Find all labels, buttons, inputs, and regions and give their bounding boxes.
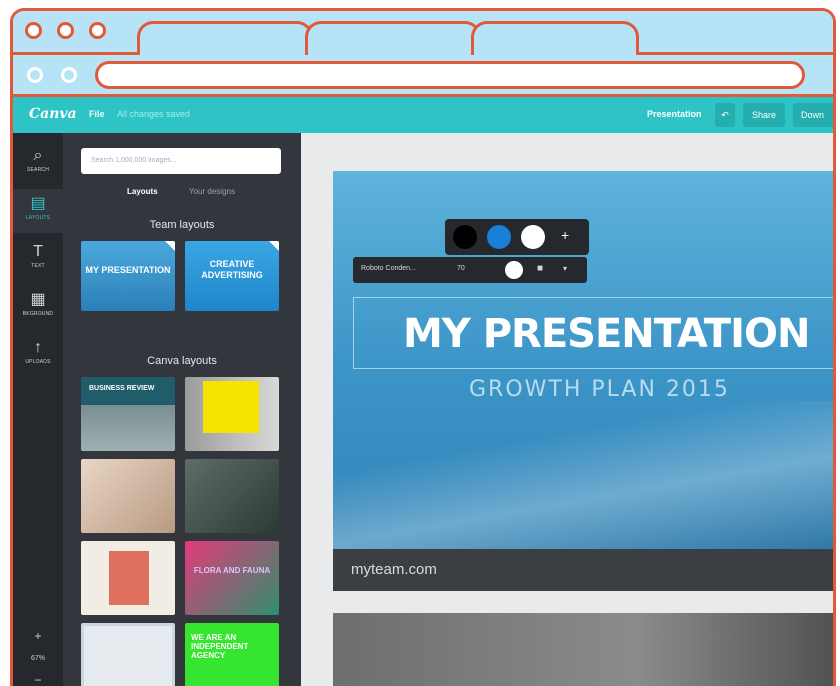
thumb-title: CREATIVE ADVERTISING bbox=[201, 259, 263, 280]
zoom-level: 67% bbox=[30, 655, 45, 662]
canva-layout-thumb[interactable] bbox=[81, 623, 175, 686]
browser-titlebar bbox=[13, 11, 833, 61]
back-icon[interactable] bbox=[27, 67, 43, 83]
chevron-down-icon[interactable]: ▾ bbox=[563, 264, 567, 273]
color-swatch-black[interactable] bbox=[453, 225, 477, 249]
font-size-dropdown[interactable]: 70 bbox=[457, 265, 465, 272]
slide-2[interactable] bbox=[333, 613, 833, 686]
color-swatch-white[interactable] bbox=[521, 225, 545, 249]
page-corner-icon bbox=[269, 241, 279, 251]
upload-icon: ↑ bbox=[34, 339, 42, 356]
layouts-icon: ▤ bbox=[30, 195, 46, 212]
color-swatch-blue[interactable] bbox=[487, 225, 511, 249]
text-toolbar: Roboto Conden... 70 ■ ▾ bbox=[353, 257, 587, 283]
text-color-button[interactable] bbox=[505, 261, 523, 279]
presentation-name[interactable]: Presentation bbox=[647, 109, 702, 119]
airplane-wing-image bbox=[333, 401, 833, 551]
close-window-icon[interactable] bbox=[25, 22, 42, 39]
rail-item-layouts[interactable]: ▤ LAYOUTS bbox=[13, 189, 63, 233]
image-search-input[interactable]: Search 1,000,000 images... bbox=[81, 148, 281, 174]
canva-logo: Canva bbox=[29, 106, 77, 122]
yellow-badge bbox=[203, 381, 259, 433]
canva-layout-thumb[interactable]: BUSINESS REVIEW bbox=[81, 377, 175, 451]
slide-1[interactable]: MY PRESENTATION GROWTH PLAN 2015 + Robot… bbox=[333, 171, 833, 591]
tab-layouts[interactable]: Layouts bbox=[127, 187, 158, 196]
thumb-title: WE ARE AN INDEPENDENT AGENCY bbox=[191, 633, 249, 660]
background-icon: ▦ bbox=[30, 291, 46, 308]
trash-icon[interactable]: ■ bbox=[537, 263, 543, 274]
thumb-title: FLORA AND FAUNA bbox=[193, 566, 271, 575]
rail-item-label: TEXT bbox=[31, 263, 45, 269]
file-menu[interactable]: File bbox=[89, 109, 105, 119]
canva-layouts-heading: Canva layouts bbox=[147, 355, 217, 367]
slide-title[interactable]: MY PRESENTATION bbox=[403, 311, 810, 357]
canva-layout-thumb[interactable]: WE ARE AN INDEPENDENT AGENCY bbox=[185, 623, 279, 686]
save-status: All changes saved bbox=[117, 109, 191, 119]
canva-layout-thumb[interactable] bbox=[185, 459, 279, 533]
undo-button[interactable]: ↶ bbox=[715, 103, 735, 127]
forward-icon[interactable] bbox=[61, 67, 77, 83]
team-layout-thumb[interactable]: MY PRESENTATION bbox=[81, 241, 175, 311]
tab-your-designs[interactable]: Your designs bbox=[189, 187, 235, 196]
footer-url[interactable]: myteam.com bbox=[351, 561, 437, 578]
page-corner-icon bbox=[165, 241, 175, 251]
color-picker: + bbox=[445, 219, 589, 255]
side-rail: ⌕ SEARCH ▤ LAYOUTS T TEXT ▦ BKGROUND ↑ U… bbox=[13, 133, 63, 686]
team-layout-thumb[interactable]: CREATIVE ADVERTISING bbox=[185, 241, 279, 311]
canva-layout-thumb[interactable] bbox=[81, 541, 175, 615]
search-icon: ⌕ bbox=[33, 147, 43, 164]
rail-item-text[interactable]: T TEXT bbox=[13, 237, 63, 281]
canva-layout-thumb[interactable]: FLORA AND FAUNA bbox=[185, 541, 279, 615]
team-layouts-heading: Team layouts bbox=[149, 219, 215, 231]
design-canvas: MY PRESENTATION GROWTH PLAN 2015 + Robot… bbox=[301, 133, 833, 686]
thumb-title: MY PRESENTATION bbox=[85, 265, 171, 275]
rail-item-label: SEARCH bbox=[26, 167, 50, 173]
rail-item-uploads[interactable]: ↑ UPLOADS bbox=[13, 333, 63, 377]
layouts-panel: Search 1,000,000 images... Layouts Your … bbox=[63, 133, 301, 686]
undo-icon: ↶ bbox=[721, 110, 729, 120]
url-input[interactable] bbox=[95, 61, 805, 89]
red-graphic bbox=[109, 551, 149, 605]
add-color-button[interactable]: + bbox=[561, 227, 569, 243]
maximize-window-icon[interactable] bbox=[89, 22, 106, 39]
text-icon: T bbox=[33, 243, 43, 260]
zoom-in-button[interactable]: + bbox=[13, 629, 63, 643]
rail-item-search[interactable]: ⌕ SEARCH bbox=[13, 141, 63, 185]
slide-footer: myteam.com bbox=[333, 549, 833, 591]
app-header: Canva File All changes saved Presentatio… bbox=[13, 97, 833, 133]
browser-window: Canva File All changes saved Presentatio… bbox=[10, 8, 836, 686]
rail-item-label: LAYOUTS bbox=[25, 215, 51, 221]
rail-item-background[interactable]: ▦ BKGROUND bbox=[13, 285, 63, 329]
zoom-out-button[interactable]: − bbox=[13, 673, 63, 686]
share-button[interactable]: Share bbox=[743, 103, 785, 127]
font-dropdown[interactable]: Roboto Conden... bbox=[361, 265, 416, 272]
rail-item-label: UPLOADS bbox=[25, 359, 51, 365]
canva-layout-thumb[interactable] bbox=[185, 377, 279, 451]
browser-address-bar bbox=[13, 55, 833, 97]
rail-item-label: BKGROUND bbox=[22, 311, 54, 317]
slide-subtitle[interactable]: GROWTH PLAN 2015 bbox=[469, 377, 730, 402]
thumb-title: BUSINESS REVIEW bbox=[89, 385, 155, 392]
minimize-window-icon[interactable] bbox=[57, 22, 74, 39]
canva-layout-thumb[interactable] bbox=[81, 459, 175, 533]
download-button[interactable]: Down bbox=[793, 103, 833, 127]
